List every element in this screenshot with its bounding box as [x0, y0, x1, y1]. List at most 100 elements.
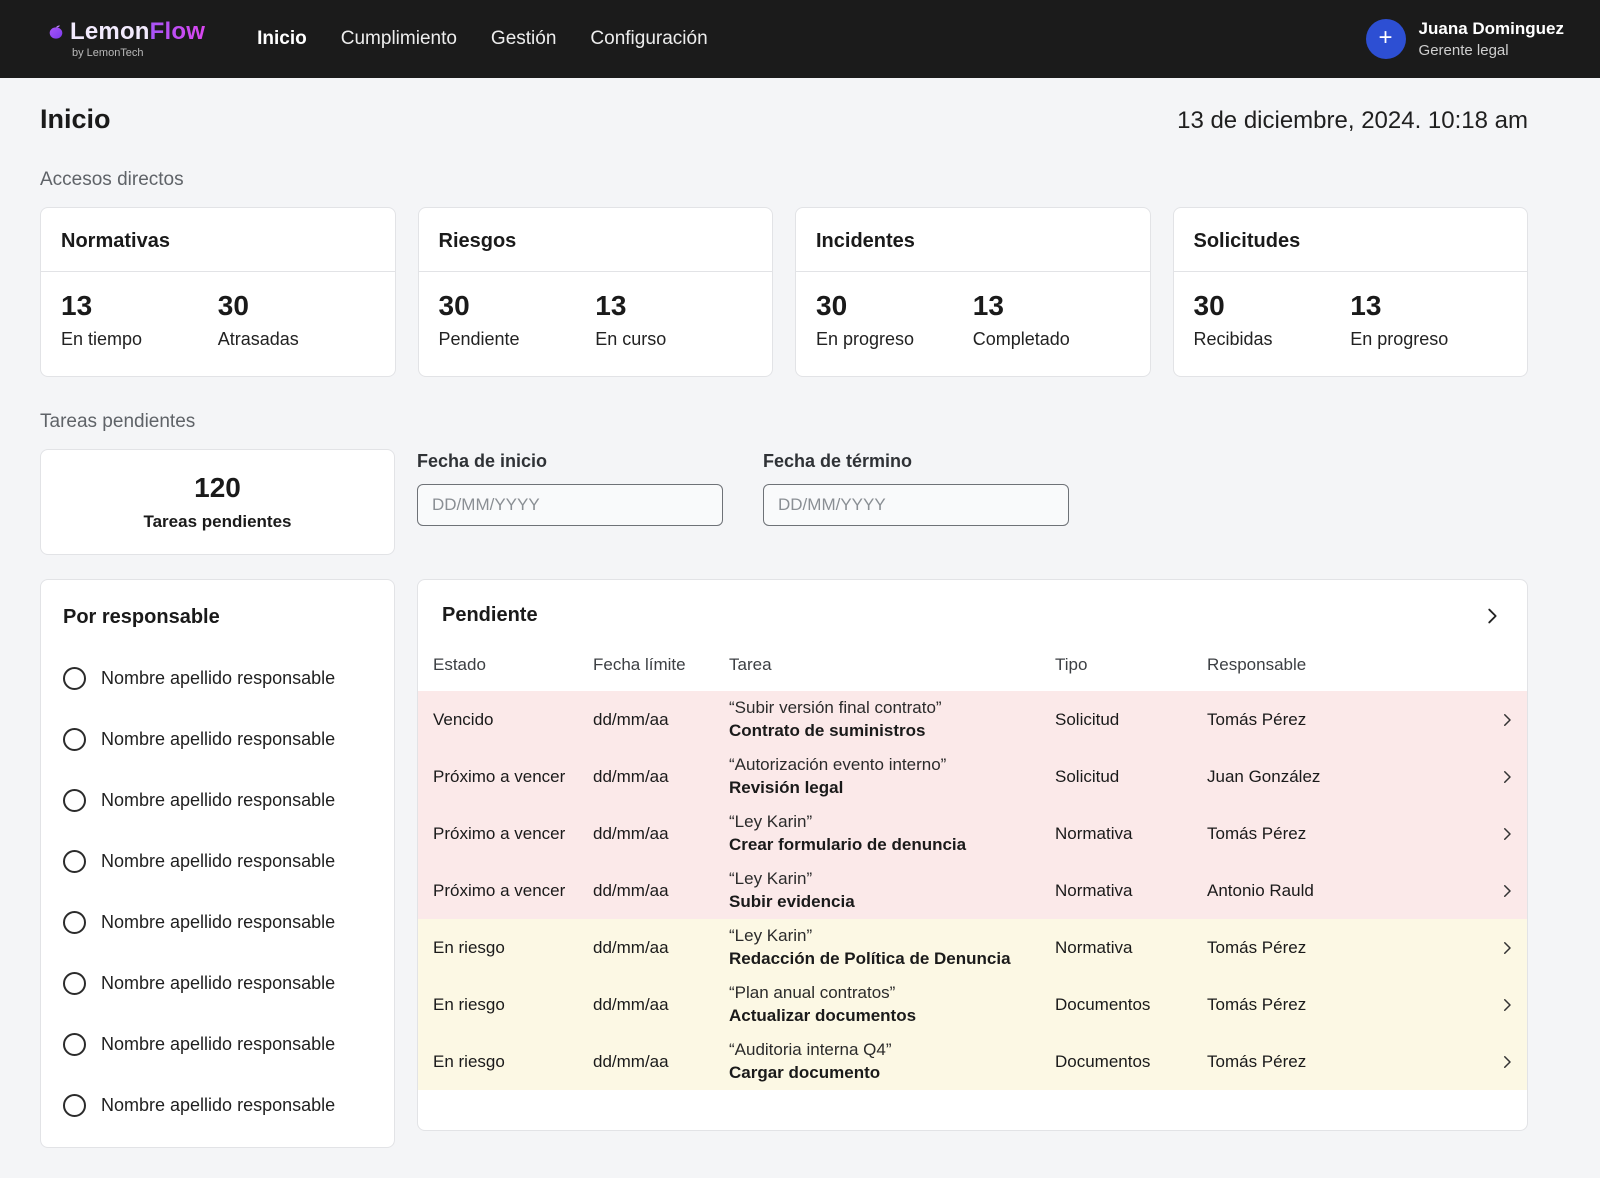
chevron-right-icon[interactable]	[1471, 825, 1527, 843]
card-riesgos[interactable]: Riesgos 30 Pendiente 13 En curso	[418, 207, 774, 377]
responsible-option[interactable]: Nombre apellido responsable	[63, 789, 372, 812]
radio-icon[interactable]	[63, 972, 86, 995]
stat: 13 En tiempo	[61, 290, 218, 350]
row-fecha: dd/mm/aa	[578, 995, 714, 1015]
col-estado: Estado	[418, 655, 578, 675]
card-normativas[interactable]: Normativas 13 En tiempo 30 Atrasadas	[40, 207, 396, 377]
pending-tasks-summary-card[interactable]: 120 Tareas pendientes	[40, 449, 395, 555]
row-responsable: Tomás Pérez	[1192, 710, 1471, 730]
radio-icon[interactable]	[63, 667, 86, 690]
responsible-option[interactable]: Nombre apellido responsable	[63, 728, 372, 751]
row-fecha: dd/mm/aa	[578, 938, 714, 958]
row-tarea: “Auditoria interna Q4” Cargar documento	[714, 1040, 1040, 1083]
chevron-right-icon[interactable]	[1481, 605, 1503, 627]
stat-label: En progreso	[816, 329, 973, 350]
logo-byline: by LemonTech	[72, 48, 205, 59]
radio-icon[interactable]	[63, 728, 86, 751]
row-tipo: Normativa	[1040, 824, 1192, 844]
stat: 30 En progreso	[816, 290, 973, 350]
stat-value: 13	[973, 290, 1130, 322]
stat: 30 Pendiente	[439, 290, 596, 350]
nav-item-configuracion[interactable]: Configuración	[590, 28, 707, 50]
end-date-input[interactable]	[763, 484, 1069, 526]
stat: 13 En progreso	[1350, 290, 1507, 350]
stat-value: 30	[1194, 290, 1351, 322]
pending-tasks-label: Tareas pendientes	[143, 512, 291, 532]
chevron-right-icon[interactable]	[1471, 768, 1527, 786]
by-responsible-title: Por responsable	[63, 606, 372, 629]
row-responsable: Tomás Pérez	[1192, 938, 1471, 958]
main-content: Inicio 13 de diciembre, 2024. 10:18 am A…	[0, 78, 1600, 1178]
row-tarea: “Subir versión final contrato” Contrato …	[714, 698, 1040, 741]
user-avatar[interactable]: +	[1366, 19, 1406, 59]
end-date-label: Fecha de término	[763, 451, 1069, 472]
card-incidentes[interactable]: Incidentes 30 En progreso 13 Completado	[795, 207, 1151, 377]
responsible-option[interactable]: Nombre apellido responsable	[63, 1033, 372, 1056]
nav-item-gestion[interactable]: Gestión	[491, 28, 556, 50]
section-label-tasks: Tareas pendientes	[40, 411, 1528, 433]
stat-label: Completado	[973, 329, 1130, 350]
pending-panel: Pendiente Estado Fecha límite Tarea Tipo…	[417, 579, 1528, 1131]
row-estado: Próximo a vencer	[418, 824, 578, 844]
chevron-right-icon[interactable]	[1471, 996, 1527, 1014]
table-row[interactable]: Próximo a vencer dd/mm/aa “Ley Karin” Cr…	[418, 805, 1527, 862]
table-row[interactable]: En riesgo dd/mm/aa “Plan anual contratos…	[418, 976, 1527, 1033]
start-date-label: Fecha de inicio	[417, 451, 723, 472]
stat-value: 13	[61, 290, 218, 322]
responsible-option[interactable]: Nombre apellido responsable	[63, 972, 372, 995]
row-tarea: “Ley Karin” Redacción de Política de Den…	[714, 926, 1040, 969]
table-row[interactable]: Próximo a vencer dd/mm/aa “Autorización …	[418, 748, 1527, 805]
radio-icon[interactable]	[63, 911, 86, 934]
col-responsable: Responsable	[1192, 655, 1471, 675]
radio-icon[interactable]	[63, 850, 86, 873]
chevron-right-icon[interactable]	[1471, 711, 1527, 729]
row-fecha: dd/mm/aa	[578, 1052, 714, 1072]
chevron-right-icon[interactable]	[1471, 1053, 1527, 1071]
stat-label: En tiempo	[61, 329, 218, 350]
responsible-option[interactable]: Nombre apellido responsable	[63, 1094, 372, 1117]
col-fecha-limite: Fecha límite	[578, 655, 714, 675]
row-responsable: Tomás Pérez	[1192, 995, 1471, 1015]
user-menu[interactable]: + Juana Dominguez Gerente legal	[1366, 19, 1564, 59]
page-datetime: 13 de diciembre, 2024. 10:18 am	[1177, 107, 1528, 135]
radio-icon[interactable]	[63, 1033, 86, 1056]
responsible-option[interactable]: Nombre apellido responsable	[63, 850, 372, 873]
pending-title: Pendiente	[442, 604, 538, 627]
stat-value: 13	[595, 290, 752, 322]
shortcut-cards: Normativas 13 En tiempo 30 Atrasadas Rie…	[40, 207, 1528, 377]
table-header: Estado Fecha límite Tarea Tipo Responsab…	[418, 627, 1527, 691]
card-title: Solicitudes	[1174, 208, 1528, 272]
chevron-right-icon[interactable]	[1471, 882, 1527, 900]
radio-icon[interactable]	[63, 1094, 86, 1117]
logo-wordmark: LemonFlow	[70, 20, 205, 44]
row-tipo: Documentos	[1040, 995, 1192, 1015]
row-fecha: dd/mm/aa	[578, 824, 714, 844]
user-name: Juana Dominguez	[1419, 19, 1564, 39]
table-row[interactable]: En riesgo dd/mm/aa “Ley Karin” Redacción…	[418, 919, 1527, 976]
card-solicitudes[interactable]: Solicitudes 30 Recibidas 13 En progreso	[1173, 207, 1529, 377]
row-tipo: Normativa	[1040, 881, 1192, 901]
row-estado: Próximo a vencer	[418, 881, 578, 901]
table-row[interactable]: Vencido dd/mm/aa “Subir versión final co…	[418, 691, 1527, 748]
chevron-right-icon[interactable]	[1471, 939, 1527, 957]
row-tipo: Documentos	[1040, 1052, 1192, 1072]
responsible-option[interactable]: Nombre apellido responsable	[63, 911, 372, 934]
radio-icon[interactable]	[63, 789, 86, 812]
start-date-input[interactable]	[417, 484, 723, 526]
section-label-shortcuts: Accesos directos	[40, 169, 1528, 191]
table-row[interactable]: En riesgo dd/mm/aa “Auditoria interna Q4…	[418, 1033, 1527, 1090]
nav-item-inicio[interactable]: Inicio	[257, 28, 307, 50]
responsible-option[interactable]: Nombre apellido responsable	[63, 667, 372, 690]
pending-tasks-count: 120	[194, 472, 241, 504]
stat-value: 30	[218, 290, 375, 322]
table-row[interactable]: Próximo a vencer dd/mm/aa “Ley Karin” Su…	[418, 862, 1527, 919]
card-title: Incidentes	[796, 208, 1150, 272]
nav-item-cumplimiento[interactable]: Cumplimiento	[341, 28, 457, 50]
stat-label: Recibidas	[1194, 329, 1351, 350]
row-estado: En riesgo	[418, 995, 578, 1015]
row-estado: En riesgo	[418, 938, 578, 958]
lemon-icon	[48, 24, 64, 40]
row-responsable: Tomás Pérez	[1192, 824, 1471, 844]
main-nav: Inicio Cumplimiento Gestión Configuració…	[257, 28, 708, 50]
row-tarea: “Plan anual contratos” Actualizar docume…	[714, 983, 1040, 1026]
